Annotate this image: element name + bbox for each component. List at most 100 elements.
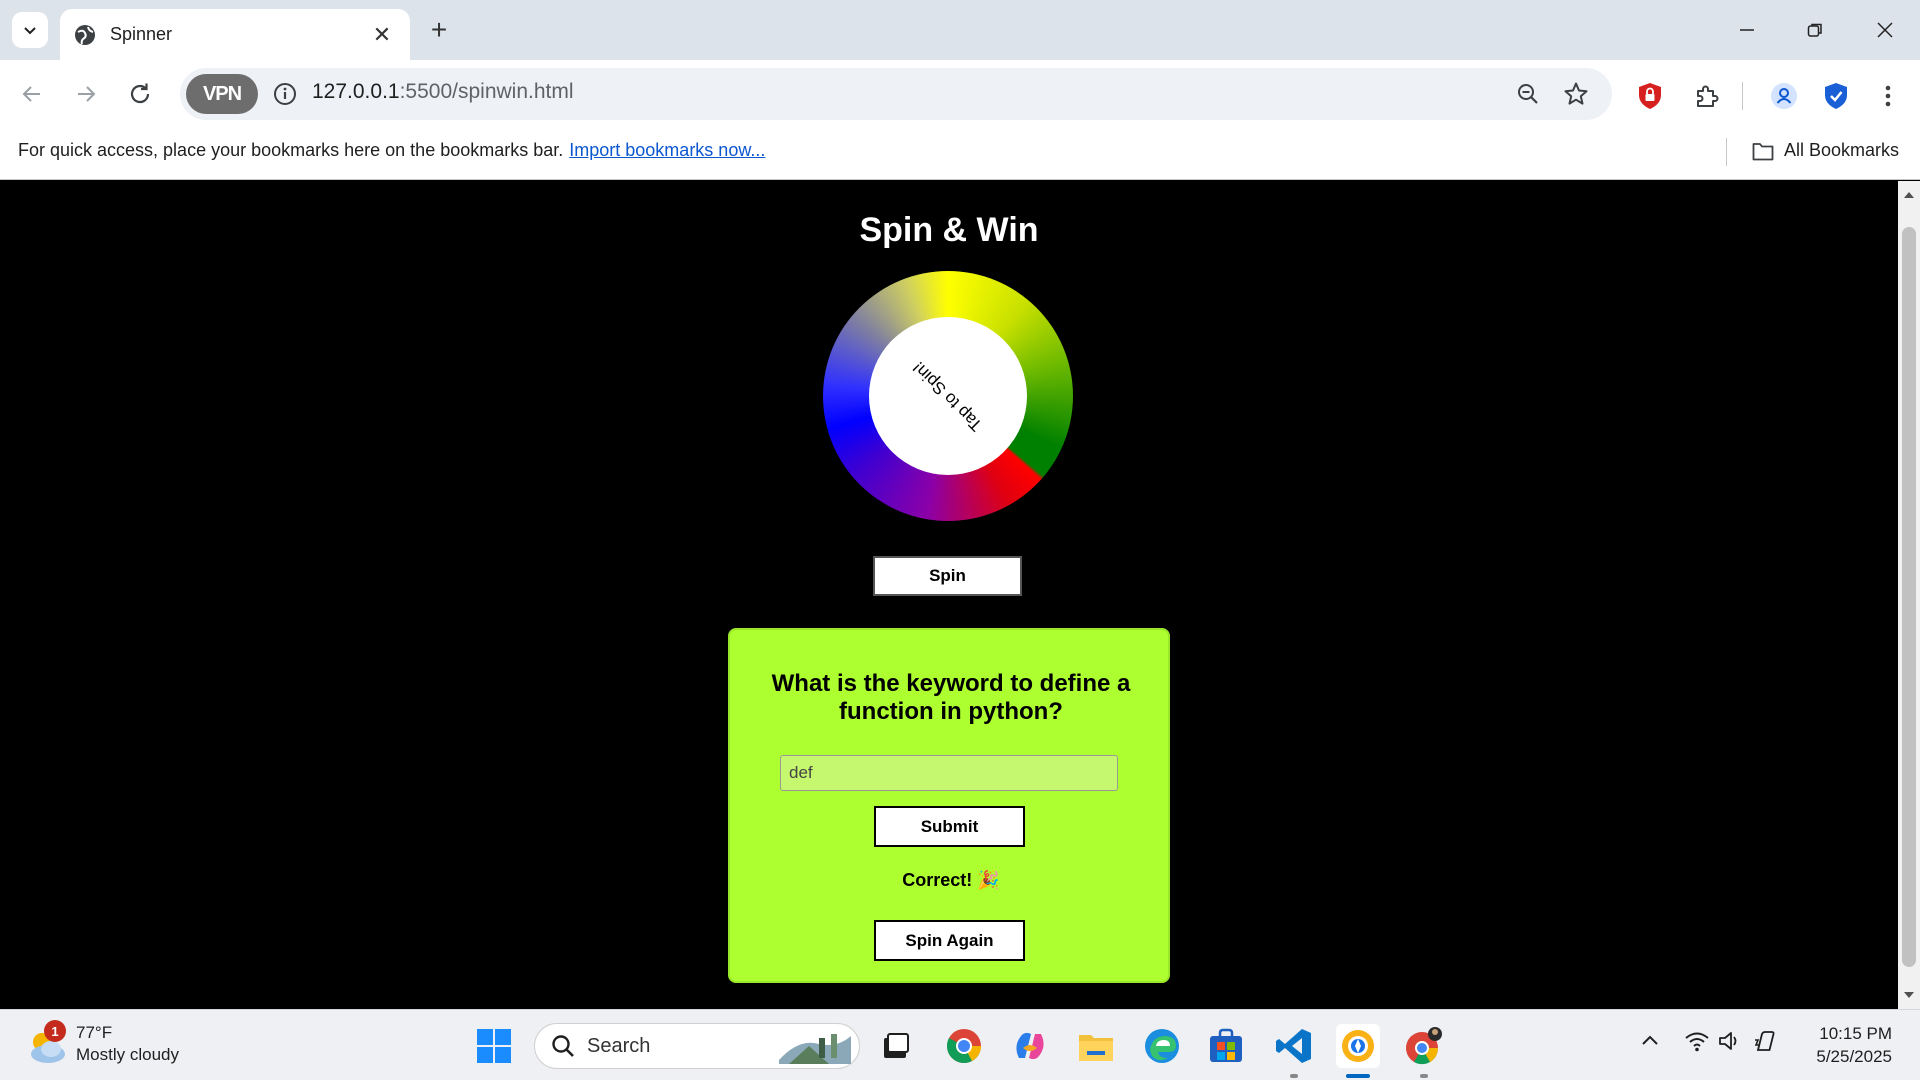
bookmarks-hint: For quick access, place your bookmarks h…	[18, 140, 766, 160]
wifi-status[interactable]	[1684, 1030, 1710, 1057]
info-icon[interactable]	[272, 81, 298, 107]
copilot-icon	[1016, 1032, 1044, 1060]
taskbar-chrome-active[interactable]	[1336, 1024, 1380, 1068]
restore-button[interactable]	[1790, 10, 1840, 50]
restore-icon	[1807, 23, 1822, 37]
chevron-up-icon	[1642, 1035, 1658, 1045]
windows-icon	[477, 1029, 511, 1063]
search-highlight-icon	[779, 1034, 851, 1064]
chrome-profile-icon	[1406, 1027, 1442, 1065]
more-vert-icon	[1885, 85, 1891, 107]
adblock-extension[interactable]	[1634, 80, 1666, 112]
tab-search-button[interactable]	[12, 12, 48, 48]
vpn-badge[interactable]: VPN	[186, 74, 258, 114]
taskbar-file-explorer[interactable]	[1074, 1024, 1118, 1068]
puzzle-icon	[1697, 85, 1719, 107]
chrome-running-indicator	[1420, 1074, 1428, 1078]
chrome-icon	[947, 1029, 981, 1063]
minimize-icon	[1740, 29, 1754, 31]
volume-control[interactable]	[1718, 1030, 1742, 1057]
scroll-down-icon[interactable]	[1903, 989, 1915, 1001]
task-view-button[interactable]	[874, 1024, 918, 1068]
search-placeholder: Search	[587, 1034, 651, 1057]
forward-button[interactable]	[66, 74, 106, 114]
close-tab-icon[interactable]: ✕	[368, 22, 396, 48]
bookmark-star-button[interactable]	[1560, 78, 1592, 110]
shield-lock-icon	[1639, 83, 1661, 109]
scrollbar-thumb[interactable]	[1902, 227, 1916, 967]
scroll-up-icon[interactable]	[1903, 189, 1915, 201]
profile-icon	[1771, 83, 1797, 109]
tab-title: Spinner	[110, 24, 173, 44]
taskbar-edge[interactable]	[1140, 1024, 1184, 1068]
folder-icon	[1752, 142, 1774, 160]
browser-menu-button[interactable]	[1872, 80, 1904, 112]
taskbar-chrome[interactable]	[942, 1024, 986, 1068]
profile-button[interactable]	[1768, 80, 1800, 112]
shield-check-icon	[1825, 83, 1847, 109]
taskbar-vscode[interactable]	[1272, 1024, 1316, 1068]
arrow-right-icon	[78, 86, 96, 102]
arrow-left-icon	[22, 86, 40, 102]
bookmarks-bar: For quick access, place your bookmarks h…	[0, 128, 1920, 180]
start-button[interactable]	[472, 1024, 516, 1068]
wheel-label: Tap to Spin!	[909, 357, 987, 435]
weather-desc: Mostly cloudy	[76, 1045, 179, 1064]
reload-icon	[130, 83, 150, 104]
globe-icon	[75, 24, 95, 45]
folder-icon	[1079, 1035, 1113, 1061]
url-text[interactable]: 127.0.0.1:5500/spinwin.html	[312, 80, 574, 104]
task-view-icon	[884, 1033, 909, 1058]
system-clock[interactable]: 10:15 PM 5/25/2025	[1800, 1022, 1892, 1068]
question-text: What is the keyword to define a function…	[771, 670, 1131, 725]
taskbar-copilot[interactable]	[1008, 1024, 1052, 1068]
back-button[interactable]	[12, 74, 52, 114]
page-scrollbar[interactable]	[1898, 181, 1920, 1009]
taskbar-chrome-profile[interactable]	[1402, 1024, 1446, 1068]
wifi-icon	[1685, 1032, 1709, 1052]
new-tab-button[interactable]: +	[424, 14, 454, 46]
extensions-button[interactable]	[1690, 80, 1722, 112]
address-bar[interactable]: VPN 127.0.0.1:5500/spinwin.html	[180, 68, 1612, 120]
battery-charging-icon	[1754, 1031, 1775, 1051]
tab-strip: Spinner ✕ +	[0, 0, 1920, 60]
page-content: Spin & Win Tap to Spin! Spin What is the…	[0, 181, 1898, 1009]
taskbar: 1 77°F Mostly cloudy Search 10:15 PM 5/2…	[0, 1009, 1920, 1080]
wheel-center[interactable]: Tap to Spin!	[869, 317, 1027, 475]
browser-tab[interactable]: Spinner ✕	[60, 9, 410, 60]
battery-status[interactable]	[1752, 1030, 1778, 1057]
all-bookmarks-button[interactable]: All Bookmarks	[1752, 140, 1899, 161]
import-bookmarks-link[interactable]: Import bookmarks now...	[569, 140, 765, 160]
bookmarks-divider	[1726, 138, 1727, 166]
edge-icon	[1145, 1029, 1179, 1063]
chrome-active-indicator	[1346, 1074, 1370, 1078]
vscode-icon	[1276, 1029, 1311, 1063]
spin-again-button[interactable]: Spin Again	[874, 920, 1025, 961]
reload-button[interactable]	[120, 74, 160, 114]
page-title: Spin & Win	[859, 211, 1039, 249]
answer-input[interactable]: def	[780, 755, 1118, 791]
spin-button[interactable]: Spin	[873, 556, 1022, 596]
weather-badge: 1	[44, 1020, 66, 1042]
taskbar-search[interactable]: Search	[534, 1023, 860, 1069]
clock-time: 10:15 PM	[1819, 1024, 1892, 1043]
cloudy-weather-icon: 1	[24, 1020, 70, 1068]
minimize-button[interactable]	[1722, 10, 1772, 50]
taskbar-store[interactable]	[1204, 1024, 1248, 1068]
zoom-out-icon	[1518, 84, 1538, 104]
close-window-button[interactable]	[1860, 10, 1910, 50]
chrome-canary-icon	[1342, 1030, 1374, 1062]
spinner-wheel[interactable]: Tap to Spin!	[823, 271, 1073, 521]
zoom-button[interactable]	[1512, 78, 1544, 110]
weather-temp: 77°F	[76, 1023, 113, 1042]
toolbar-divider	[1742, 82, 1743, 110]
bitwarden-extension[interactable]	[1820, 80, 1852, 112]
search-icon	[552, 1035, 574, 1057]
tray-overflow-button[interactable]	[1640, 1030, 1660, 1055]
close-icon	[1877, 22, 1893, 38]
browser-toolbar: VPN 127.0.0.1:5500/spinwin.html	[0, 60, 1920, 128]
speaker-icon	[1719, 1032, 1737, 1050]
submit-button[interactable]: Submit	[874, 806, 1025, 847]
clock-date: 5/25/2025	[1816, 1047, 1892, 1066]
weather-widget[interactable]: 1 77°F Mostly cloudy	[24, 1020, 179, 1068]
